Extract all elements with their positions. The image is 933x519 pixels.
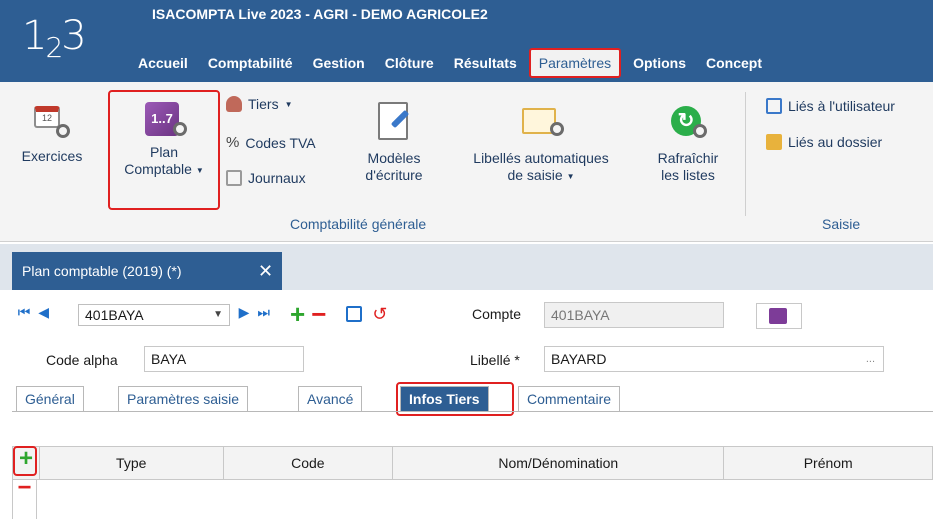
plan-label-2: Comptable ▼: [124, 161, 204, 177]
ribbon-separator: [745, 92, 746, 216]
rafraichir-label-2: les listes: [661, 167, 715, 183]
doc-tab-plan-comptable[interactable]: Plan comptable (2019) (*) ✕: [12, 252, 282, 290]
libelles-label-2: de saisie ▼: [507, 167, 575, 183]
person-icon: [226, 96, 242, 112]
gear-icon: [550, 122, 564, 136]
exercices-button[interactable]: 12 Exercices: [16, 104, 88, 165]
grid-row-controls: −: [12, 476, 37, 519]
remove-icon[interactable]: −: [311, 301, 326, 327]
tiers-grid-header: Type Code Nom/Dénomination Prénom: [12, 446, 933, 480]
codes-tva-button[interactable]: % Codes TVA: [226, 134, 316, 151]
plan-comptable-button[interactable]: 1..7 Plan Comptable ▼: [112, 100, 216, 179]
tab-general[interactable]: Général: [16, 386, 84, 412]
libelle-label: Libellé *: [470, 352, 520, 368]
rafraichir-label-1: Rafraîchir: [657, 150, 719, 166]
record-actions: + − ↺: [290, 301, 387, 327]
first-record-icon[interactable]: ⏮: [16, 302, 32, 322]
exercices-label: Exercices: [21, 148, 83, 164]
close-icon[interactable]: ✕: [258, 252, 273, 290]
plan-comptable-icon: [769, 308, 787, 324]
menu-resultats[interactable]: Résultats: [446, 48, 525, 78]
lies-utilisateur-button[interactable]: Liés à l'utilisateur: [766, 98, 895, 114]
tab-parametres-saisie[interactable]: Paramètres saisie: [118, 386, 249, 412]
title-bar: 123 ISACOMPTA Live 2023 - AGRI - DEMO AG…: [0, 0, 933, 82]
code-alpha-field[interactable]: BAYA: [144, 346, 304, 372]
next-record-icon[interactable]: ▶: [236, 302, 252, 322]
prev-record-icon[interactable]: ◀: [36, 302, 52, 322]
menu-parametres[interactable]: Paramètres: [528, 48, 622, 78]
menu-concept[interactable]: Concept: [698, 48, 770, 78]
col-nom[interactable]: Nom/Dénomination: [392, 447, 723, 479]
calendar-icon: 12: [34, 106, 60, 128]
gear-icon: [693, 124, 707, 138]
tab-infos-tiers[interactable]: Infos Tiers: [400, 386, 489, 412]
save-icon[interactable]: [346, 306, 363, 322]
remove-row-icon[interactable]: −: [13, 476, 36, 500]
record-navigation-right: ▶ ⏭: [236, 302, 272, 326]
group-label-saisie: Saisie: [822, 216, 861, 232]
libelles-label-1: Libellés automatiques: [473, 150, 609, 166]
libelle-field[interactable]: BAYARD ...: [544, 346, 884, 372]
menu-comptabilite[interactable]: Comptabilité: [200, 48, 301, 78]
code-alpha-label: Code alpha: [46, 352, 118, 368]
modeles-label-2: d'écriture: [365, 167, 423, 183]
tiers-button[interactable]: Tiers ▼: [226, 96, 293, 112]
modeles-label-1: Modèles: [367, 150, 421, 166]
ellipsis-icon[interactable]: ...: [866, 347, 875, 371]
add-row-icon[interactable]: +: [15, 447, 37, 475]
account-selector[interactable]: 401BAYA ▼: [78, 304, 230, 326]
menu-accueil[interactable]: Accueil: [130, 48, 196, 78]
chevron-down-icon: ▼: [213, 309, 223, 320]
undo-icon[interactable]: ↺: [372, 304, 387, 325]
plan-lookup-button[interactable]: [756, 303, 802, 329]
add-icon[interactable]: +: [290, 301, 305, 327]
record-navigation: ⏮ ◀: [16, 302, 52, 326]
compte-field[interactable]: 401BAYA: [544, 302, 724, 328]
col-type[interactable]: Type: [38, 447, 223, 479]
journal-icon: [226, 170, 242, 186]
last-record-icon[interactable]: ⏭: [256, 302, 272, 322]
gear-icon: [56, 124, 70, 138]
group-label-compta: Comptabilité générale: [290, 216, 427, 232]
col-prenom[interactable]: Prénom: [723, 447, 932, 479]
folder-icon: [766, 134, 782, 150]
tab-commentaire[interactable]: Commentaire: [518, 386, 621, 412]
lies-dossier-button[interactable]: Liés au dossier: [766, 134, 882, 150]
document-tab-strip: Plan comptable (2019) (*) ✕: [0, 244, 933, 290]
tab-underline: [12, 411, 933, 412]
tab-avance[interactable]: Avancé: [298, 386, 363, 412]
main-menu: Accueil Comptabilité Gestion Clôture Rés…: [130, 46, 774, 80]
rafraichir-button[interactable]: ↻ Rafraîchir les listes: [640, 102, 736, 184]
compte-label: Compte: [472, 306, 522, 322]
col-code[interactable]: Code: [222, 447, 393, 479]
app-title: ISACOMPTA Live 2023 - AGRI - DEMO AGRICO…: [152, 6, 488, 22]
user-link-icon: [766, 98, 782, 114]
journaux-button[interactable]: Journaux: [226, 170, 306, 186]
menu-gestion[interactable]: Gestion: [305, 48, 373, 78]
ribbon: 12 Exercices 1..7 Plan Comptable ▼ Tiers…: [0, 82, 933, 242]
libelles-auto-button[interactable]: Libellés automatiques de saisie ▼: [446, 102, 636, 185]
plan-label-1: Plan: [149, 144, 179, 160]
app-logo: 123: [22, 13, 87, 64]
menu-cloture[interactable]: Clôture: [377, 48, 442, 78]
menu-options[interactable]: Options: [625, 48, 694, 78]
gear-icon: [173, 122, 187, 136]
modeles-ecriture-button[interactable]: Modèles d'écriture: [358, 102, 430, 184]
percent-icon: %: [226, 134, 240, 151]
